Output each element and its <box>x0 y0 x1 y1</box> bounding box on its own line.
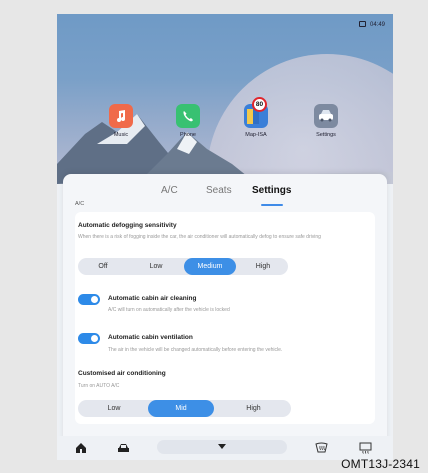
custom-ac-option-high[interactable]: High <box>216 400 291 417</box>
custom-ac-option-low[interactable]: Low <box>78 400 150 417</box>
tab-ac[interactable]: A/C <box>161 185 178 196</box>
cabin-ventilation-description: The air in the vehicle will be changed a… <box>108 347 283 353</box>
toggle-knob <box>91 296 98 303</box>
custom-ac-option-mid[interactable]: Mid <box>148 400 214 417</box>
tab-settings[interactable]: Settings <box>252 185 291 196</box>
speed-limit-badge: 80 <box>252 97 267 112</box>
app-label: Phone <box>180 132 196 138</box>
cabin-ventilation-title: Automatic cabin ventilation <box>108 334 193 341</box>
status-time: 04:49 <box>369 22 385 28</box>
tab-seats[interactable]: Seats <box>206 185 232 196</box>
home-screen: 04:49 Music Phone 80 Map-ISA Settings <box>57 14 393 184</box>
active-tab-indicator <box>261 204 283 206</box>
car-icon[interactable] <box>117 442 130 454</box>
defog-option-medium[interactable]: Medium <box>184 258 236 275</box>
ac-settings-content: Automatic defogging sensitivity When the… <box>75 212 375 424</box>
chevron-down-icon[interactable] <box>217 443 227 451</box>
custom-ac-title: Customised air conditioning <box>78 370 166 377</box>
rear-defrost-icon[interactable] <box>359 442 372 454</box>
car-settings-icon <box>314 104 338 128</box>
custom-ac-description: Turn on AUTO A/C <box>78 383 120 389</box>
app-phone[interactable]: Phone <box>158 104 218 138</box>
app-label: Map-ISA <box>245 132 267 138</box>
cabin-cleaning-toggle[interactable] <box>78 294 100 305</box>
app-map-isa[interactable]: 80 Map-ISA <box>226 97 286 138</box>
defog-sensitivity-selector: Off Low Medium High <box>78 258 288 275</box>
custom-ac-selector: Low Mid High <box>78 400 291 417</box>
cabin-cleaning-description: A/C will turn on automatically after the… <box>108 307 230 313</box>
defog-description: When there is a risk of fogging inside t… <box>78 234 321 240</box>
defog-option-off[interactable]: Off <box>78 258 128 275</box>
mountain-wallpaper <box>57 114 393 184</box>
infotainment-screen: 04:49 Music Phone 80 Map-ISA Settings A/… <box>57 14 393 460</box>
app-music[interactable]: Music <box>91 104 151 138</box>
app-settings[interactable]: Settings <box>296 104 356 138</box>
tab-bar: A/C Seats Settings <box>63 185 387 206</box>
home-icon[interactable] <box>75 442 87 454</box>
cabin-cleaning-title: Automatic cabin air cleaning <box>108 295 197 302</box>
defog-option-high[interactable]: High <box>238 258 288 275</box>
music-note-icon <box>109 104 133 128</box>
map-icon: 80 <box>244 97 268 128</box>
settings-panel: A/C Seats Settings A/C Automatic defoggi… <box>63 174 387 454</box>
section-label: A/C <box>75 201 85 207</box>
defog-option-low[interactable]: Low <box>130 258 182 275</box>
defog-title: Automatic defogging sensitivity <box>78 222 177 229</box>
app-label: Settings <box>316 132 336 138</box>
profile-icon <box>359 21 366 27</box>
phone-icon <box>176 104 200 128</box>
windshield-defrost-icon[interactable] <box>315 442 328 454</box>
figure-caption: OMT13J-2341 <box>341 457 420 471</box>
cabin-ventilation-toggle[interactable] <box>78 333 100 344</box>
toggle-knob <box>91 335 98 342</box>
app-label: Music <box>113 132 129 138</box>
